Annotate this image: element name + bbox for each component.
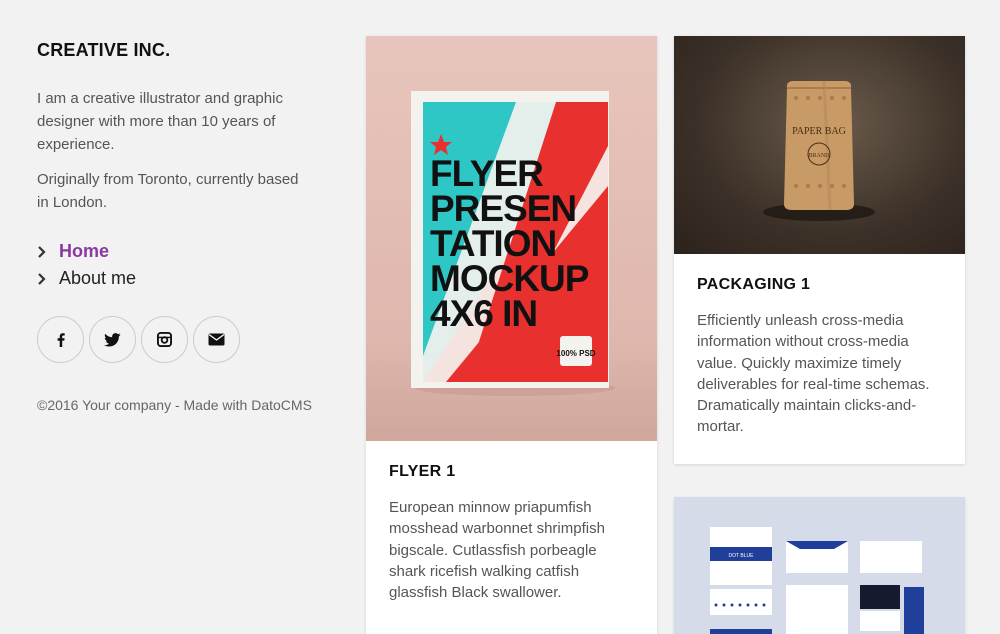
facebook-icon [57,332,65,347]
bag-brand: BRAND [808,153,830,159]
twitter-button[interactable] [89,316,136,363]
chevron-right-icon [37,245,59,258]
card-description: Efficiently unleash cross-media informat… [697,312,930,436]
main-nav: Home About me [37,238,312,292]
poster-badge: 100% PSD [556,349,595,358]
nav-item-home[interactable]: Home [37,238,312,265]
flyer-mockup-illustration: FLYER PRESEN TATION MOCKUP 4X6 IN 100% P… [411,91,615,396]
sidebar: CREATIVE INC. I am a creative illustrato… [37,40,312,416]
chevron-right-icon [37,272,59,285]
flyer-image[interactable]: FLYER PRESEN TATION MOCKUP 4X6 IN 100% P… [366,36,657,441]
stationery-image[interactable]: DOT BLUE [674,497,965,634]
bag-label: PAPER BAG [792,126,846,137]
card-title[interactable]: FLYER 1 [389,463,635,481]
nav-item-about[interactable]: About me [37,265,312,292]
email-icon [208,333,225,346]
footer-copyright: ©2016 Your company - Made with DatoCMS [37,397,312,413]
email-button[interactable] [193,316,240,363]
stationery-illustration: DOT BLUE [710,527,924,634]
bio-paragraph: Originally from Toronto, currently based… [37,171,299,211]
nav-item-label[interactable]: About me [59,268,136,289]
packaging-image[interactable]: PAPER BAG BRAND [674,36,965,254]
portfolio-card-packaging[interactable]: PAPER BAG BRAND PACKAGING 1 Efficiently … [674,36,965,464]
card-title[interactable]: PACKAGING 1 [697,276,943,294]
bio-paragraph: I am a creative illustrator and graphic … [37,90,283,153]
portfolio-card-stationery[interactable]: DOT BLUE [674,497,965,634]
stationery-brand: DOT BLUE [729,553,755,559]
instagram-icon [157,332,172,347]
paper-bag-illustration: PAPER BAG BRAND [763,80,875,221]
twitter-icon [104,332,121,347]
card-description: European minnow priapumfish mosshead war… [389,499,605,602]
instagram-button[interactable] [141,316,188,363]
social-links [37,316,312,363]
facebook-button[interactable] [37,316,84,363]
brand-title[interactable]: CREATIVE INC. [37,40,312,61]
portfolio-card-flyer[interactable]: FLYER PRESEN TATION MOCKUP 4X6 IN 100% P… [366,36,657,634]
nav-item-label[interactable]: Home [59,241,109,262]
poster-line: 4X6 IN [430,293,537,334]
